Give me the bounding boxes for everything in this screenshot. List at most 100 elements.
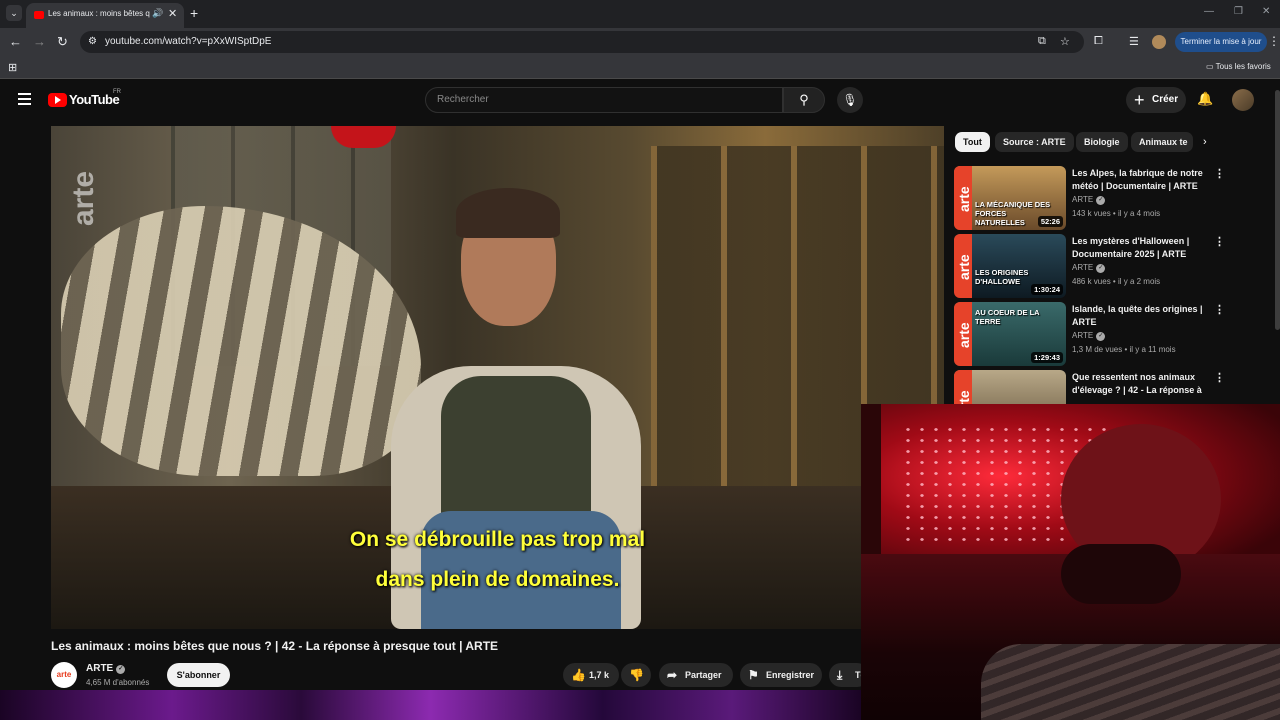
subtitle-line-1: On se débrouille pas trop mal <box>349 528 646 551</box>
thumbs-down-icon: 👎 <box>629 668 644 682</box>
page-scrollbar[interactable] <box>1275 90 1280 330</box>
chip-source-arte[interactable]: Source : ARTE <box>995 132 1074 152</box>
verified-icon: ✓ <box>1096 264 1106 273</box>
video-thumbnail[interactable]: arte LA MÉCANIQUE DES FORCES NATURELLES … <box>954 166 1066 230</box>
recommendation-meta: 143 k vues • il y a 4 mois <box>1072 209 1161 218</box>
tab-list-icon[interactable]: ⌄ <box>6 5 22 21</box>
youtube-logo-text[interactable]: YouTube <box>69 92 120 107</box>
save-button[interactable]: ⚑ Enregistrer <box>740 663 822 687</box>
webcam-blanket <box>981 644 1280 720</box>
install-icon[interactable]: ⧉ <box>1038 35 1046 48</box>
country-code: FR <box>113 89 121 95</box>
bookmark-icon: ⚑ <box>748 668 759 682</box>
all-favorites-label: Tous les favoris <box>1215 62 1271 71</box>
like-button[interactable]: 👍 1,7 k <box>563 663 619 687</box>
arte-band: arte <box>954 302 972 366</box>
video-man-cap <box>456 188 560 238</box>
apps-icon[interactable]: ⊞ <box>8 61 17 74</box>
update-button[interactable]: Terminer la mise à jour <box>1175 32 1267 52</box>
star-icon[interactable]: ☆ <box>1060 35 1070 48</box>
site-info-icon[interactable]: ⚙ <box>88 36 97 47</box>
notifications-bell-icon[interactable]: 🔔 <box>1197 91 1213 107</box>
recommendation-item[interactable]: arte LA MÉCANIQUE DES FORCES NATURELLES … <box>954 166 1234 230</box>
video-player[interactable]: arte On se débrouille pas trop mal dans … <box>51 126 944 629</box>
window-close-icon[interactable]: ✕ <box>1262 6 1270 17</box>
video-thumbnail[interactable]: arte AU COEUR DE LA TERRE 1:29:43 <box>954 302 1066 366</box>
webcam-arm <box>1061 544 1181 604</box>
recommendation-channel[interactable]: ARTE ✓ <box>1072 263 1106 273</box>
bookmarks-bar: ⊞ ▭ Tous les favoris <box>0 56 1280 79</box>
recommendation-item[interactable]: arte LES ORIGINES D'HALLOWE 1:30:24 Les … <box>954 234 1234 298</box>
recommendation-meta: 1,3 M de vues • il y a 11 mois <box>1072 345 1176 354</box>
profile-icon[interactable] <box>1152 35 1166 49</box>
arte-watermark: arte <box>67 170 100 226</box>
chip-all[interactable]: Tout <box>955 132 990 152</box>
address-bar[interactable]: ⚙ youtube.com/watch?v=pXxWISptDpE ⧉ ☆ <box>80 31 1084 53</box>
browser-tabstrip: ⌄ Les animaux : moins bêtes q 🔊 ✕ + — ❐ … <box>0 0 1280 28</box>
thumbs-up-icon: 👍 <box>571 668 586 682</box>
all-favorites-link[interactable]: ▭ Tous les favoris <box>1206 62 1271 71</box>
background-strip <box>0 690 861 720</box>
subtitle-line-2: dans plein de domaines. <box>375 568 620 591</box>
youtube-logo-icon[interactable] <box>48 93 67 107</box>
chip-biology[interactable]: Biologie <box>1076 132 1128 152</box>
recommendation-title[interactable]: Les Alpes, la fabrique de notre météo | … <box>1072 167 1207 193</box>
search-input[interactable]: Rechercher <box>425 87 783 113</box>
hamburger-menu-icon[interactable] <box>18 93 31 105</box>
chevron-right-icon[interactable]: › <box>1203 136 1207 148</box>
url-text[interactable]: youtube.com/watch?v=pXxWISptDpE <box>105 36 271 47</box>
plus-icon: + <box>1134 90 1145 110</box>
video-title: Les animaux : moins bêtes que nous ? | 4… <box>51 639 499 653</box>
new-tab-icon[interactable]: + <box>190 5 198 21</box>
audio-icon[interactable]: 🔊 <box>152 8 163 19</box>
chip-animals[interactable]: Animaux te <box>1131 132 1193 152</box>
reading-list-icon[interactable]: ☰ <box>1129 35 1139 48</box>
maximize-icon[interactable]: ❐ <box>1234 6 1243 17</box>
recommendation-title[interactable]: Islande, la quête des origines | ARTE <box>1072 303 1207 329</box>
avatar[interactable] <box>1232 89 1254 111</box>
tab-title: Les animaux : moins bêtes q <box>48 9 150 18</box>
subscribe-button[interactable]: S'abonner <box>167 663 230 687</box>
dislike-button[interactable]: 👎 <box>621 663 651 687</box>
like-count: 1,7 k <box>589 670 610 680</box>
share-icon: ➦ <box>667 668 678 682</box>
arte-band: arte <box>954 166 972 230</box>
duration-badge: 1:29:43 <box>1031 352 1063 363</box>
verified-icon: ✓ <box>116 665 126 674</box>
save-label: Enregistrer <box>766 670 815 680</box>
microphone-icon[interactable]: 🎙 <box>837 87 863 113</box>
more-options-icon[interactable]: ⋮ <box>1214 303 1225 316</box>
extensions-icon[interactable]: ⧠ <box>1094 35 1103 48</box>
share-button[interactable]: ➦ Partager <box>659 663 733 687</box>
browser-tab[interactable]: Les animaux : moins bêtes q 🔊 ✕ <box>26 3 184 28</box>
more-options-icon[interactable]: ⋮ <box>1214 235 1225 248</box>
recommendation-channel[interactable]: ARTE ✓ <box>1072 195 1106 205</box>
webcam-overlay <box>861 404 1280 720</box>
recommendation-item[interactable]: arte AU COEUR DE LA TERRE 1:29:43 Island… <box>954 302 1234 366</box>
verified-icon: ✓ <box>1096 332 1106 341</box>
create-button[interactable]: + Créer <box>1126 87 1186 113</box>
recommendation-title[interactable]: Les mystères d'Halloween | Documentaire … <box>1072 235 1207 261</box>
channel-name[interactable]: ARTE ✓ <box>86 663 126 674</box>
forward-icon[interactable]: → <box>33 34 46 49</box>
recommendation-channel[interactable]: ARTE ✓ <box>1072 331 1106 341</box>
create-label: Créer <box>1152 94 1179 105</box>
verified-icon: ✓ <box>1096 196 1106 205</box>
folder-icon: ▭ <box>1206 62 1214 71</box>
minimize-icon[interactable]: — <box>1204 6 1214 17</box>
download-icon: ⤓ <box>837 668 843 682</box>
menu-icon[interactable]: ⋮ <box>1268 34 1280 48</box>
duration-badge: 52:26 <box>1037 216 1063 227</box>
more-options-icon[interactable]: ⋮ <box>1214 371 1225 384</box>
search-icon[interactable]: ⚲ <box>783 87 825 113</box>
share-label: Partager <box>685 670 722 680</box>
browser-toolbar: ← → ↻ ⚙ youtube.com/watch?v=pXxWISptDpE … <box>0 28 1280 56</box>
arte-band: arte <box>954 234 972 298</box>
reload-icon[interactable]: ↻ <box>57 34 68 50</box>
search-placeholder: Rechercher <box>437 94 489 105</box>
channel-avatar[interactable]: arte <box>51 662 77 688</box>
back-icon[interactable]: ← <box>9 34 22 49</box>
more-options-icon[interactable]: ⋮ <box>1214 167 1225 180</box>
close-icon[interactable]: ✕ <box>168 7 177 20</box>
video-thumbnail[interactable]: arte LES ORIGINES D'HALLOWE 1:30:24 <box>954 234 1066 298</box>
